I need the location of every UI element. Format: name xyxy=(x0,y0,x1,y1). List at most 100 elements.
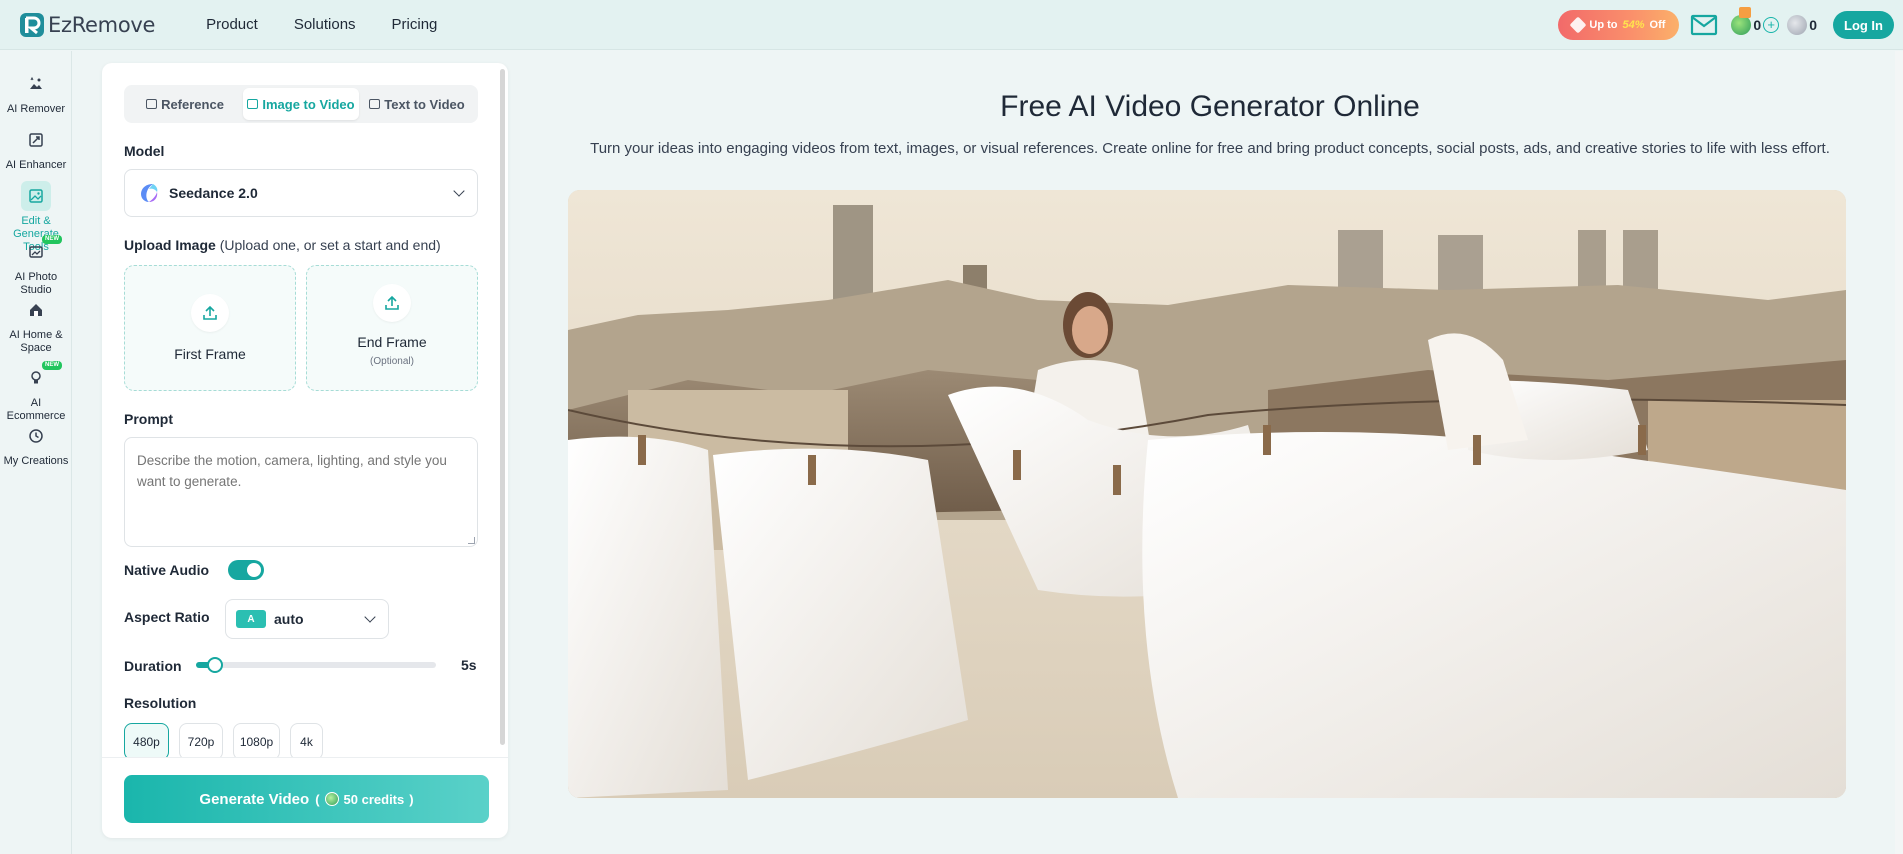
tab-reference[interactable]: Reference xyxy=(127,88,243,120)
image-icon xyxy=(21,181,51,211)
upload-icon xyxy=(191,294,229,332)
points-balance[interactable]: 0 xyxy=(1787,15,1817,35)
aspect-ratio-value: auto xyxy=(274,611,304,627)
end-frame-optional: (Optional) xyxy=(370,356,414,367)
aspect-ratio-select[interactable]: A auto xyxy=(225,599,389,639)
promo-badge[interactable]: Up to 54% Off xyxy=(1558,10,1680,40)
native-audio-toggle[interactable] xyxy=(228,560,264,580)
ai-enhancer-icon xyxy=(21,125,51,155)
chevron-down-icon xyxy=(364,611,376,623)
resolution-4k[interactable]: 4k xyxy=(290,723,323,757)
tab-label: Image to Video xyxy=(262,96,355,112)
brand-logo[interactable]: EzRemove xyxy=(18,11,155,39)
credits-count: 0 xyxy=(1753,17,1762,33)
sidebar-item-ai-photo-studio[interactable]: NEW AI Photo Studio xyxy=(0,235,72,297)
generate-cost: ( 50 credits ) xyxy=(315,791,414,807)
sidebar-item-label: My Creations xyxy=(3,455,69,467)
sidebar-item-ai-remover[interactable]: AI Remover xyxy=(0,69,72,116)
new-badge: NEW xyxy=(42,235,62,244)
end-frame-upload[interactable]: End Frame (Optional) xyxy=(306,265,478,391)
resolution-480p[interactable]: 480p xyxy=(124,723,169,757)
points-count: 0 xyxy=(1809,17,1817,33)
resolution-label: Resolution xyxy=(124,695,197,711)
sidebar-item-ai-home-space[interactable]: AI Home & Space xyxy=(0,295,72,355)
sidebar-item-label: AI Ecommerce xyxy=(6,397,66,422)
resolution-options: 480p 720p 1080p 4k xyxy=(124,723,323,757)
nav-solutions[interactable]: Solutions xyxy=(294,16,356,33)
image-icon xyxy=(247,99,259,109)
model-value: Seedance 2.0 xyxy=(169,185,258,201)
upload-hint: (Upload one, or set a start and end) xyxy=(219,237,441,253)
gift-icon xyxy=(1739,7,1752,18)
promo-percent: 54% xyxy=(1622,19,1645,31)
sidebar-item-my-creations[interactable]: My Creations xyxy=(0,421,72,468)
first-frame-upload[interactable]: First Frame xyxy=(124,265,296,391)
tab-text-to-video[interactable]: Text to Video xyxy=(359,88,475,120)
resolution-1080p[interactable]: 1080p xyxy=(233,723,280,757)
model-label: Model xyxy=(124,143,165,159)
page-subtitle: Turn your ideas into engaging videos fro… xyxy=(590,140,1830,157)
toggle-knob xyxy=(247,563,261,577)
add-credits-icon[interactable]: + xyxy=(1763,17,1780,33)
text-icon xyxy=(369,99,381,109)
mail-icon[interactable] xyxy=(1689,12,1719,38)
sidebar-item-label: AI Home & Space xyxy=(9,329,63,354)
generator-panel: Reference Image to Video Text to Video M… xyxy=(102,63,508,838)
tab-label: Text to Video xyxy=(384,96,465,112)
generator-form: Reference Image to Video Text to Video M… xyxy=(102,63,508,757)
reference-icon xyxy=(146,99,158,109)
page-scrollbar[interactable] xyxy=(1895,51,1903,854)
top-navigation-bar: EzRemove Product Solutions Pricing Up to… xyxy=(0,0,1903,50)
duration-slider[interactable] xyxy=(196,657,436,673)
nav-pricing[interactable]: Pricing xyxy=(392,16,438,33)
sidebar-item-ai-ecommerce[interactable]: NEW AI Ecommerce xyxy=(0,361,72,423)
tab-image-to-video[interactable]: Image to Video xyxy=(243,88,359,120)
hero-image xyxy=(568,190,1846,798)
tag-icon xyxy=(1569,16,1587,34)
promo-prefix: Up to xyxy=(1589,19,1618,31)
aspect-ratio-label: Aspect Ratio xyxy=(124,609,210,625)
coin-icon xyxy=(324,792,339,806)
ai-remover-icon xyxy=(21,69,51,99)
sidebar-item-label: AI Remover xyxy=(6,103,66,115)
upload-label-text: Upload Image xyxy=(124,237,216,253)
home-icon xyxy=(21,295,51,325)
resolution-720p[interactable]: 720p xyxy=(179,723,223,757)
tab-label: Reference xyxy=(161,96,224,112)
new-badge: NEW xyxy=(42,361,62,370)
seedance-logo-icon xyxy=(141,184,158,202)
generate-video-button[interactable]: Generate Video ( 50 credits ) xyxy=(124,775,489,823)
logo-mark-icon xyxy=(20,12,44,37)
sidebar-item-ai-enhancer[interactable]: AI Enhancer xyxy=(0,125,72,172)
chevron-down-icon xyxy=(453,185,465,197)
model-select[interactable]: Seedance 2.0 xyxy=(124,169,478,217)
upload-icon xyxy=(373,284,411,322)
coin-icon xyxy=(1731,15,1752,35)
duration-value: 5s xyxy=(461,657,477,673)
page-title: Free AI Video Generator Online xyxy=(1000,90,1420,123)
first-frame-label: First Frame xyxy=(174,346,246,362)
generate-credits: 50 credits xyxy=(343,791,405,807)
native-audio-label: Native Audio xyxy=(124,562,210,578)
sidebar-item-label: AI Enhancer xyxy=(5,159,67,171)
prompt-input[interactable] xyxy=(124,437,478,547)
panel-scrollbar[interactable] xyxy=(500,69,505,745)
resize-handle-icon[interactable] xyxy=(468,537,475,544)
nav-product[interactable]: Product xyxy=(206,16,258,33)
sidebar: AI Remover AI Enhancer Edit & Generate T… xyxy=(0,51,72,854)
duration-slider-handle[interactable] xyxy=(207,657,224,673)
credits-balance[interactable]: 0 + xyxy=(1731,7,1780,35)
end-frame-label: End Frame xyxy=(357,334,427,350)
upload-image-label: Upload Image (Upload one, or set a start… xyxy=(124,237,441,253)
history-icon xyxy=(21,421,51,451)
hero-video-preview[interactable] xyxy=(568,190,1846,798)
aspect-ratio-chip: A xyxy=(236,610,266,628)
login-button[interactable]: Log In xyxy=(1833,11,1894,39)
main-nav: Product Solutions Pricing xyxy=(179,16,446,33)
generate-label: Generate Video xyxy=(199,790,310,808)
prompt-label: Prompt xyxy=(124,411,173,427)
sidebar-item-label: AI Photo Studio xyxy=(14,271,58,296)
panel-divider xyxy=(102,757,508,758)
points-icon xyxy=(1787,15,1808,35)
duration-label: Duration xyxy=(124,658,182,674)
